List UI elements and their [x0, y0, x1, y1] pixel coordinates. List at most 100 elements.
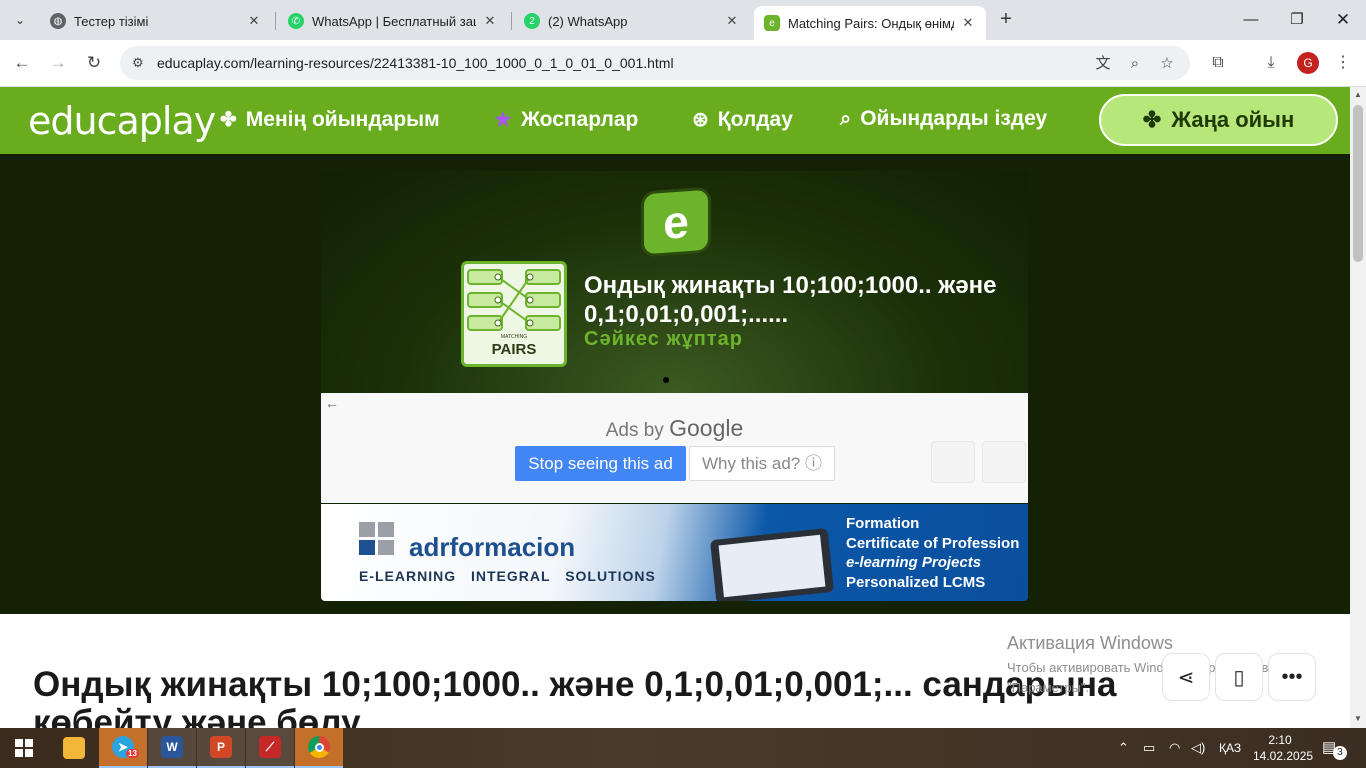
close-window-button[interactable]: ✕: [1331, 8, 1355, 32]
nav-support-label: Қолдау: [717, 107, 793, 131]
banner-lines: Formation Certificate of Profession e-le…: [846, 514, 1019, 592]
tab-title: WhatsApp | Бесплатный защищ: [312, 13, 476, 29]
tab-separator: [511, 12, 512, 30]
zoom-icon[interactable]: ⌕: [1125, 54, 1145, 74]
tab-whatsapp[interactable]: ✆ WhatsApp | Бесплатный защищ ✕: [278, 6, 508, 36]
url-text[interactable]: educaplay.com/learning-resources/2241338…: [157, 55, 674, 71]
translate-icon[interactable]: 文: [1093, 54, 1113, 74]
site-header: educaplay ✤ Менің ойындарым ★ Жоспарлар …: [0, 87, 1350, 154]
notification-count: 3: [1333, 746, 1347, 760]
bookmark-star-icon[interactable]: ☆: [1157, 54, 1177, 74]
taskbar-file-explorer[interactable]: [50, 728, 98, 768]
forward-button[interactable]: →: [45, 50, 71, 76]
star-icon: ★: [494, 109, 512, 131]
tab-title: (2) WhatsApp: [548, 13, 628, 29]
close-tab-icon[interactable]: ✕: [724, 13, 740, 29]
taskbar-word[interactable]: W: [148, 728, 196, 768]
tab-search-button[interactable]: ⌄: [6, 6, 34, 34]
notification-center[interactable]: ▤ 3: [1322, 738, 1347, 760]
game-title: Ондық жинақты 10;100;1000.. және 0,1;0,0…: [584, 272, 997, 328]
new-game-button[interactable]: ✤ Жаңа ойын: [1099, 94, 1338, 146]
downloads-icon[interactable]: ⤓: [1259, 51, 1283, 75]
volume-icon[interactable]: ◁): [1191, 728, 1205, 768]
windows-taskbar: ➤ 13 W P ⟋ ⌃ ▭ ◠ ◁) ҚАЗ 2:10 14.02.2025 …: [0, 728, 1366, 768]
stop-seeing-ad-button[interactable]: Stop seeing this ad: [515, 446, 686, 481]
google-wordmark: Google: [669, 415, 744, 441]
banner-line: Formation: [846, 515, 920, 532]
language-indicator[interactable]: ҚАЗ: [1219, 728, 1241, 768]
close-tab-icon[interactable]: ✕: [960, 15, 976, 31]
tab-whatsapp-2[interactable]: 2 (2) WhatsApp ✕: [514, 6, 750, 36]
reload-button[interactable]: ↻: [81, 50, 107, 76]
scroll-up-icon[interactable]: ▲: [1352, 90, 1364, 99]
tab-separator: [275, 12, 276, 30]
scrollbar-thumb[interactable]: [1353, 105, 1363, 262]
taskbar-chrome[interactable]: [295, 728, 343, 768]
game-type: Сәйкес жұптар: [584, 328, 743, 350]
icon-label-small: MATCHING: [500, 334, 528, 340]
tablet-image: [709, 528, 835, 601]
tab-testers-list[interactable]: ◍ Тестер тізімі ✕: [40, 6, 272, 36]
clock-date: 14.02.2025: [1253, 749, 1314, 763]
extensions-icon[interactable]: ⧉: [1206, 51, 1230, 75]
ad-ghost-icon: [982, 441, 1026, 483]
educaplay-icon: e: [764, 15, 780, 31]
more-options-button[interactable]: •••: [1268, 653, 1316, 701]
close-tab-icon[interactable]: ✕: [482, 13, 498, 29]
wifi-icon[interactable]: ◠: [1169, 728, 1180, 768]
banner-line: Certificate of Profession: [846, 534, 1020, 552]
whatsapp-icon: ✆: [288, 13, 304, 29]
app-icon: ⟋: [259, 736, 281, 758]
tab-title: Matching Pairs: Ондық өнімді: [788, 15, 954, 31]
game-card: e MATCHING PAIRS Ондық жинақты 10;100;10…: [321, 171, 1028, 393]
banner-tagline: E-LEARNING INTEGRAL SOLUTIONS: [359, 568, 656, 584]
nav-plans-label: Жоспарлар: [520, 107, 639, 131]
taskbar-powerpoint[interactable]: P: [197, 728, 245, 768]
ad-banner[interactable]: adrformacion E-LEARNING INTEGRAL SOLUTIO…: [321, 504, 1028, 601]
clipboard-button[interactable]: ▯: [1215, 653, 1263, 701]
ad-back-arrow-icon[interactable]: ←: [325, 395, 339, 411]
taskbar-telegram[interactable]: ➤ 13: [99, 728, 147, 768]
educaplay-badge-icon: e: [641, 186, 711, 258]
tab-matching-pairs[interactable]: e Matching Pairs: Ондық өнімді ✕: [754, 6, 986, 40]
nav-plans[interactable]: ★ Жоспарлар: [494, 107, 638, 132]
new-tab-button[interactable]: +: [994, 8, 1018, 32]
nav-support[interactable]: ⊛ Қолдау: [692, 107, 793, 132]
address-bar[interactable]: ⚙ educaplay.com/learning-resources/22413…: [120, 46, 1190, 80]
chrome-icon: [308, 736, 330, 758]
nav-my-games-label: Менің ойындарым: [245, 107, 440, 131]
nav-search-games[interactable]: ⌕ Ойындарды іздеу: [840, 107, 1047, 131]
tab-strip: ⌄ ◍ Тестер тізімі ✕ ✆ WhatsApp | Бесплат…: [0, 0, 1366, 40]
carousel-dot[interactable]: [663, 377, 669, 383]
educaplay-logo[interactable]: educaplay: [28, 99, 216, 143]
taskbar-app[interactable]: ⟋: [246, 728, 294, 768]
icon-label: PAIRS: [491, 341, 537, 358]
why-this-ad-button[interactable]: Why this ad? ⓘ: [689, 446, 835, 481]
back-button[interactable]: ←: [9, 50, 35, 76]
more-dots-icon: •••: [1281, 665, 1303, 688]
globe-icon: ◍: [50, 13, 66, 29]
close-tab-icon[interactable]: ✕: [246, 13, 262, 29]
nav-my-games[interactable]: ✤ Менің ойындарым: [220, 107, 440, 132]
profile-avatar[interactable]: G: [1297, 52, 1319, 74]
puzzle-icon: ✤: [220, 109, 237, 131]
lifebuoy-icon: ⊛: [692, 109, 709, 131]
tab-title: Тестер тізімі: [74, 13, 149, 29]
show-hidden-icons[interactable]: ⌃: [1118, 728, 1129, 768]
minimize-button[interactable]: —: [1239, 8, 1263, 32]
restore-button[interactable]: ❐: [1285, 8, 1309, 32]
scroll-down-icon[interactable]: ▼: [1352, 714, 1364, 723]
start-button[interactable]: [0, 728, 48, 768]
clock-time: 2:10: [1268, 733, 1292, 747]
watermark-title: Активация Windows: [1007, 633, 1173, 653]
browser-menu-icon[interactable]: ⋮: [1331, 51, 1355, 75]
system-clock[interactable]: 2:10 14.02.2025: [1253, 732, 1314, 764]
clipboard-icon: ▯: [1233, 666, 1245, 689]
site-info-icon[interactable]: ⚙: [132, 55, 144, 71]
telegram-icon: ➤ 13: [112, 736, 139, 758]
ads-by-label: Ads by: [605, 420, 664, 441]
banner-line: e-learning Projects: [846, 554, 982, 571]
share-button[interactable]: ⋖: [1162, 653, 1210, 701]
battery-icon[interactable]: ▭: [1143, 728, 1155, 768]
ad-feedback-panel: ← Ads by Google Stop seeing this ad Why …: [321, 393, 1028, 503]
